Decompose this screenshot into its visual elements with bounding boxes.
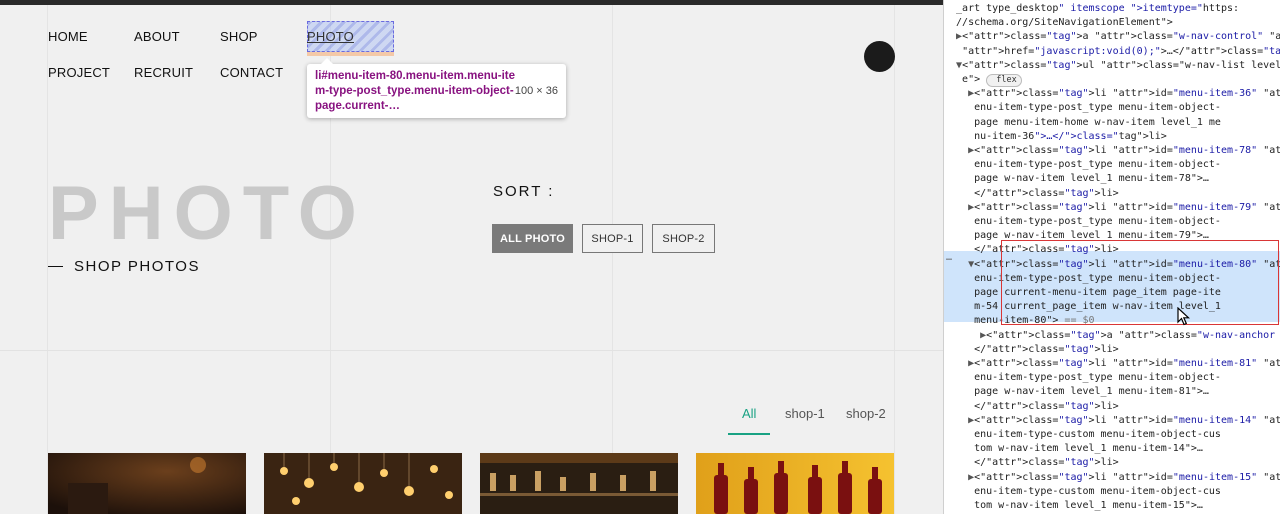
dom-tree-line[interactable]: ▶<"attr">class="tag">li "attr">id="menu-… xyxy=(944,144,1280,158)
inspector-tooltip: li#menu-item-80.menu-item.menu-item-type… xyxy=(307,58,566,118)
dom-tree-line[interactable]: page w-nav-item level_1 menu-item-81">… xyxy=(944,385,1280,399)
dom-tree-line[interactable]: page menu-item-home w-nav-item level_1 m… xyxy=(944,116,1280,130)
filter-shop-2[interactable]: shop-2 xyxy=(846,406,886,421)
nav-item-shop[interactable]: SHOP xyxy=(220,29,258,44)
grid-line-horizontal xyxy=(0,350,943,351)
flex-badge[interactable]: flex xyxy=(986,74,1022,87)
menu-toggle-button[interactable] xyxy=(864,41,895,72)
dom-tree-line[interactable]: </"attr">class="tag">li> xyxy=(944,400,1280,414)
sort-label: SORT : xyxy=(493,183,555,200)
dom-tree-line[interactable]: </"attr">class="tag">li> xyxy=(944,456,1280,470)
dom-tree-line[interactable]: ▶<"attr">class="tag">li "attr">id="menu-… xyxy=(944,201,1280,215)
dom-tree-line[interactable]: enu-item-type-post_type menu-item-object… xyxy=(944,101,1280,115)
dom-tree-line[interactable]: ▶<"attr">class="tag">li "attr">id="menu-… xyxy=(944,357,1280,371)
filter-shop-1[interactable]: shop-1 xyxy=(785,406,825,421)
dom-tree-line[interactable]: page w-nav-item level_1 menu-item-78">… xyxy=(944,172,1280,186)
nav-item-about[interactable]: ABOUT xyxy=(134,29,180,44)
dom-tree-line[interactable]: enu-item-type-post_type menu-item-object… xyxy=(944,158,1280,172)
filter-active-underline xyxy=(728,433,770,435)
dom-tree-line[interactable]: enu-item-type-post_type menu-item-object… xyxy=(944,215,1280,229)
dom-tree-line[interactable]: </"attr">class="tag">li> xyxy=(944,343,1280,357)
dom-tree-line[interactable]: enu-item-type-custom menu-item-object-cu… xyxy=(944,485,1280,499)
top-bar xyxy=(0,0,943,5)
photo-thumbnail[interactable] xyxy=(696,453,894,514)
annotation-red-box xyxy=(1001,240,1279,325)
dom-tree-line[interactable]: enu-item-type-custom menu-item-object-cu… xyxy=(944,428,1280,442)
sort-shop-1-button[interactable]: SHOP-1 xyxy=(582,224,643,253)
tooltip-selector: li#menu-item-80.menu-item.menu-item-type… xyxy=(315,70,516,112)
nav-item-photo[interactable]: PHOTO xyxy=(307,29,354,44)
nav-item-recruit[interactable]: RECRUIT xyxy=(134,65,193,80)
page-subtitle: SHOP PHOTOS xyxy=(74,258,200,275)
dom-tree-line[interactable]: ▼<"attr">class="tag">ul "attr">class="w-… xyxy=(944,59,1280,73)
dom-tree-line[interactable]: e"> flex xyxy=(944,73,1280,87)
element-highlight-margin xyxy=(307,52,394,56)
sort-all-photo-button[interactable]: ALL PHOTO xyxy=(492,224,573,253)
website-viewport: HOME ABOUT SHOP PHOTO PROJECT RECRUIT CO… xyxy=(0,0,943,514)
sort-shop-2-button[interactable]: SHOP-2 xyxy=(652,224,715,253)
subtitle-dash xyxy=(48,266,63,267)
dom-tree-line[interactable]: </"attr">class="tag">li> xyxy=(944,187,1280,201)
grid-line xyxy=(612,5,613,514)
dom-tree-line[interactable]: nu-item-36">…</">class="tag">li> xyxy=(944,130,1280,144)
photo-thumbnail[interactable] xyxy=(264,453,462,514)
nav-item-contact[interactable]: CONTACT xyxy=(220,65,283,80)
dom-tree-line[interactable]: ▶<"attr">class="tag">li "attr">id="menu-… xyxy=(944,471,1280,485)
page-title: PHOTO xyxy=(48,171,367,256)
dom-tree-line[interactable]: enu-item-type-post_type menu-item-object… xyxy=(944,371,1280,385)
tooltip-size: 100 × 36 xyxy=(514,85,558,97)
grid-line xyxy=(894,5,895,514)
dom-tree-line[interactable]: "attr">href="javascript:void(0);">…</"at… xyxy=(944,45,1280,59)
dom-tree-line[interactable]: ▶<"attr">class="tag">li "attr">id="menu-… xyxy=(944,87,1280,101)
node-ellipsis: … xyxy=(946,252,953,263)
dom-tree-line[interactable]: //schema.org/SiteNavigationElement"> xyxy=(944,16,1280,30)
dom-tree-line[interactable]: tom w-nav-item level_1 menu-item-15">… xyxy=(944,499,1280,513)
dom-tree-line[interactable]: ▶<"attr">class="tag">li "attr">id="menu-… xyxy=(944,414,1280,428)
grid-line xyxy=(47,5,48,514)
dom-tree-line[interactable]: tom w-nav-item level_1 menu-item-14">… xyxy=(944,442,1280,456)
nav-item-home[interactable]: HOME xyxy=(48,29,88,44)
dom-tree-line[interactable]: _art type_desktop" itemscope ">itemtype=… xyxy=(944,2,1280,16)
mouse-cursor-icon xyxy=(1177,307,1191,326)
dom-tree-line[interactable]: ▶<"attr">class="tag">a "attr">class="w-n… xyxy=(944,30,1280,44)
dom-tree-line[interactable]: ▶<"attr">class="tag">a "attr">class="w-n… xyxy=(944,329,1280,343)
photo-thumbnail[interactable] xyxy=(480,453,678,514)
filter-all[interactable]: All xyxy=(742,406,756,421)
nav-item-project[interactable]: PROJECT xyxy=(48,65,110,80)
photo-thumbnail[interactable] xyxy=(48,453,246,514)
